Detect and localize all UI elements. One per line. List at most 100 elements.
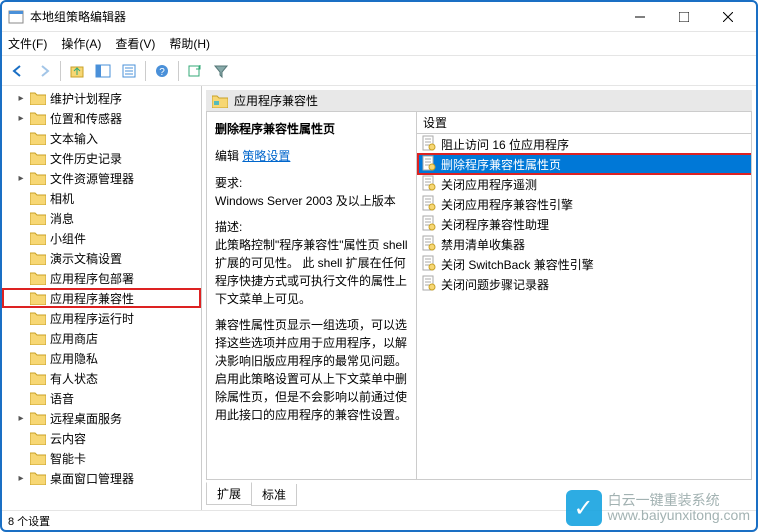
setting-label: 关闭问题步骤记录器	[441, 276, 549, 293]
expand-icon[interactable]	[16, 373, 26, 383]
watermark-logo-icon: ✓	[566, 490, 602, 526]
setting-item[interactable]: 删除程序兼容性属性页	[417, 154, 751, 174]
expand-icon[interactable]	[16, 293, 26, 303]
window-title: 本地组策略编辑器	[30, 8, 618, 25]
setting-label: 禁用清单收集器	[441, 236, 525, 253]
show-hide-tree-button[interactable]	[91, 59, 115, 83]
filter-button[interactable]	[209, 59, 233, 83]
export-button[interactable]	[183, 59, 207, 83]
tree-node-label: 远程桌面服务	[50, 410, 122, 427]
tree-node[interactable]: 智能卡	[2, 448, 201, 468]
policy-icon	[421, 215, 441, 234]
setting-item[interactable]: 关闭 SwitchBack 兼容性引擎	[417, 254, 751, 274]
close-button[interactable]	[706, 3, 750, 31]
policy-setting-link[interactable]: 策略设置	[242, 149, 290, 163]
tree-node[interactable]: 应用隐私	[2, 348, 201, 368]
expand-icon[interactable]	[16, 333, 26, 343]
expand-icon[interactable]	[16, 213, 26, 223]
watermark-text: 白云一键重装系统 www.baiyunxitong.com	[608, 493, 750, 524]
toolbar-separator	[145, 61, 146, 81]
menu-view[interactable]: 查看(V)	[115, 35, 155, 52]
policy-icon	[421, 135, 441, 154]
tree-node[interactable]: 应用商店	[2, 328, 201, 348]
tree-node[interactable]: 应用程序包部署	[2, 268, 201, 288]
tree-node[interactable]: ▸位置和传感器	[2, 108, 201, 128]
details-body: 删除程序兼容性属性页 编辑 策略设置 要求: Windows Server 20…	[206, 112, 752, 480]
tree-node-label: 应用程序运行时	[50, 310, 134, 327]
expand-icon[interactable]	[16, 353, 26, 363]
setting-label: 关闭应用程序兼容性引擎	[441, 196, 573, 213]
setting-item[interactable]: 关闭问题步骤记录器	[417, 274, 751, 294]
settings-list[interactable]: 设置 阻止访问 16 位应用程序删除程序兼容性属性页关闭应用程序遥测关闭应用程序…	[417, 112, 751, 479]
expand-icon[interactable]	[16, 253, 26, 263]
watermark: ✓ 白云一键重装系统 www.baiyunxitong.com	[566, 490, 750, 526]
desc-description: 描述: 此策略控制"程序兼容性"属性页 shell 扩展的可见性。 此 shel…	[215, 218, 408, 308]
expand-icon[interactable]	[16, 433, 26, 443]
toolbar-separator	[178, 61, 179, 81]
tree-node-label: 维护计划程序	[50, 90, 122, 107]
minimize-button[interactable]	[618, 3, 662, 31]
tree-node[interactable]: 云内容	[2, 428, 201, 448]
tree-node-label: 应用程序兼容性	[50, 290, 134, 307]
tree-node[interactable]: 相机	[2, 188, 201, 208]
expand-icon[interactable]	[16, 153, 26, 163]
expand-icon[interactable]	[16, 133, 26, 143]
tree-node[interactable]: ▸ 远程桌面服务	[2, 408, 201, 428]
svg-text:?: ?	[159, 67, 165, 78]
tree-node[interactable]: ▸文件资源管理器	[2, 168, 201, 188]
tree-node-label: 文件历史记录	[50, 150, 122, 167]
tree-node-label: 消息	[50, 210, 74, 227]
tab-standard[interactable]: 标准	[251, 484, 297, 506]
tree-node-label: 应用隐私	[50, 350, 98, 367]
help-button[interactable]: ?	[150, 59, 174, 83]
policy-icon	[421, 275, 441, 294]
tree-node-label: 云内容	[50, 430, 86, 447]
tree-node[interactable]: 消息	[2, 208, 201, 228]
menu-file[interactable]: 文件(F)	[8, 35, 47, 52]
tree-node[interactable]: 应用程序兼容性	[2, 288, 201, 308]
folder-icon	[212, 94, 228, 108]
menu-help[interactable]: 帮助(H)	[169, 35, 210, 52]
expand-icon[interactable]	[16, 233, 26, 243]
forward-button[interactable]	[32, 59, 56, 83]
expand-icon[interactable]: ▸	[16, 473, 26, 483]
setting-item[interactable]: 禁用清单收集器	[417, 234, 751, 254]
tree-node[interactable]: 语音	[2, 388, 201, 408]
back-button[interactable]	[6, 59, 30, 83]
menu-action[interactable]: 操作(A)	[61, 35, 101, 52]
expand-icon[interactable]	[16, 393, 26, 403]
setting-item[interactable]: 关闭应用程序兼容性引擎	[417, 194, 751, 214]
setting-item[interactable]: 关闭程序兼容性助理	[417, 214, 751, 234]
expand-icon[interactable]	[16, 313, 26, 323]
expand-icon[interactable]: ▸	[16, 93, 26, 103]
list-header[interactable]: 设置	[417, 112, 751, 134]
expand-icon[interactable]: ▸	[16, 413, 26, 423]
tree-node-label: 智能卡	[50, 450, 86, 467]
expand-icon[interactable]	[16, 453, 26, 463]
description-pane: 删除程序兼容性属性页 编辑 策略设置 要求: Windows Server 20…	[207, 112, 417, 479]
tree-node[interactable]: 小组件	[2, 228, 201, 248]
tree-node-label: 语音	[50, 390, 74, 407]
tree-node[interactable]: 演示文稿设置	[2, 248, 201, 268]
tree-node-label: 应用程序包部署	[50, 270, 134, 287]
expand-icon[interactable]: ▸	[16, 113, 26, 123]
tab-extended[interactable]: 扩展	[206, 482, 252, 505]
tree-node[interactable]: 文本输入	[2, 128, 201, 148]
maximize-button[interactable]	[662, 3, 706, 31]
setting-item[interactable]: 阻止访问 16 位应用程序	[417, 134, 751, 154]
expand-icon[interactable]: ▸	[16, 173, 26, 183]
tree-node[interactable]: 有人状态	[2, 368, 201, 388]
details-pane: 应用程序兼容性 删除程序兼容性属性页 编辑 策略设置 要求: Windows S…	[202, 86, 756, 510]
tree-pane[interactable]: ▸ 维护计划程序▸位置和传感器文本输入文件历史记录▸文件资源管理器相机消息小组件演…	[2, 86, 202, 510]
policy-icon	[421, 195, 441, 214]
tree-node-label: 桌面窗口管理器	[50, 470, 134, 487]
tree-node[interactable]: 文件历史记录	[2, 148, 201, 168]
setting-item[interactable]: 关闭应用程序遥测	[417, 174, 751, 194]
properties-button[interactable]	[117, 59, 141, 83]
up-button[interactable]	[65, 59, 89, 83]
tree-node[interactable]: ▸ 桌面窗口管理器	[2, 468, 201, 488]
expand-icon[interactable]	[16, 193, 26, 203]
expand-icon[interactable]	[16, 273, 26, 283]
tree-node[interactable]: ▸ 维护计划程序	[2, 88, 201, 108]
tree-node[interactable]: 应用程序运行时	[2, 308, 201, 328]
